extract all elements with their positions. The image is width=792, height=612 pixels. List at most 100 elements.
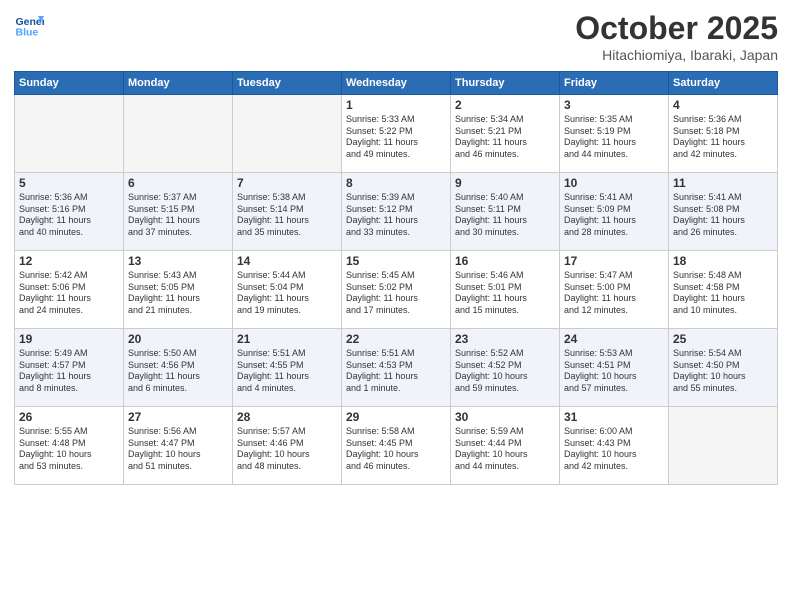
calendar-cell: 1Sunrise: 5:33 AM Sunset: 5:22 PM Daylig… <box>342 95 451 173</box>
day-number: 19 <box>19 332 119 346</box>
day-number: 4 <box>673 98 773 112</box>
day-number: 25 <box>673 332 773 346</box>
calendar-cell: 30Sunrise: 5:59 AM Sunset: 4:44 PM Dayli… <box>451 407 560 485</box>
day-info: Sunrise: 5:41 AM Sunset: 5:09 PM Dayligh… <box>564 192 664 239</box>
day-info: Sunrise: 5:37 AM Sunset: 5:15 PM Dayligh… <box>128 192 228 239</box>
day-number: 17 <box>564 254 664 268</box>
calendar-cell: 10 Sunrise: 5:41 AM Sunset: 5:09 PM Dayli… <box>560 173 669 251</box>
day-info: Sunrise: 5:55 AM Sunset: 4:48 PM Dayligh… <box>19 426 119 473</box>
calendar-cell: 18 Sunrise: 5:48 AM Sunset: 4:58 PM Dayli… <box>669 251 778 329</box>
day-info: Sunrise: 5:38 AM Sunset: 5:14 PM Dayligh… <box>237 192 337 239</box>
day-info: Sunrise: 5:33 AM Sunset: 5:22 PM Dayligh… <box>346 114 446 161</box>
day-info: Sunrise: 5:53 AM Sunset: 4:51 PM Dayligh… <box>564 348 664 395</box>
day-number: 23 <box>455 332 555 346</box>
col-wednesday: Wednesday <box>342 72 451 95</box>
calendar-cell: 20 Sunrise: 5:50 AM Sunset: 4:56 PM Dayli… <box>124 329 233 407</box>
day-info: Sunrise: 5:50 AM Sunset: 4:56 PM Dayligh… <box>128 348 228 395</box>
day-number: 26 <box>19 410 119 424</box>
location: Hitachiomiya, Ibaraki, Japan <box>575 47 778 63</box>
day-number: 15 <box>346 254 446 268</box>
day-number: 8 <box>346 176 446 190</box>
day-info: Sunrise: 5:42 AM Sunset: 5:06 PM Dayligh… <box>19 270 119 317</box>
day-info: Sunrise: 5:36 AM Sunset: 5:16 PM Dayligh… <box>19 192 119 239</box>
calendar-week-1: 1Sunrise: 5:33 AM Sunset: 5:22 PM Daylig… <box>15 95 778 173</box>
day-number: 18 <box>673 254 773 268</box>
day-info: Sunrise: 5:58 AM Sunset: 4:45 PM Dayligh… <box>346 426 446 473</box>
day-number: 6 <box>128 176 228 190</box>
day-number: 28 <box>237 410 337 424</box>
calendar-cell: 24 Sunrise: 5:53 AM Sunset: 4:51 PM Dayli… <box>560 329 669 407</box>
calendar-cell: 17 Sunrise: 5:47 AM Sunset: 5:00 PM Dayli… <box>560 251 669 329</box>
day-info: Sunrise: 5:43 AM Sunset: 5:05 PM Dayligh… <box>128 270 228 317</box>
day-info: Sunrise: 5:52 AM Sunset: 4:52 PM Dayligh… <box>455 348 555 395</box>
day-number: 13 <box>128 254 228 268</box>
calendar-cell: 31 Sunrise: 6:00 AM Sunset: 4:43 PM Dayli… <box>560 407 669 485</box>
calendar-cell: 11 Sunrise: 5:41 AM Sunset: 5:08 PM Dayli… <box>669 173 778 251</box>
col-saturday: Saturday <box>669 72 778 95</box>
col-thursday: Thursday <box>451 72 560 95</box>
calendar-week-2: 5 Sunrise: 5:36 AM Sunset: 5:16 PM Daylig… <box>15 173 778 251</box>
calendar-cell: 6 Sunrise: 5:37 AM Sunset: 5:15 PM Daylig… <box>124 173 233 251</box>
day-number: 9 <box>455 176 555 190</box>
calendar-table: Sunday Monday Tuesday Wednesday Thursday… <box>14 71 778 485</box>
calendar-cell: 15 Sunrise: 5:45 AM Sunset: 5:02 PM Dayli… <box>342 251 451 329</box>
day-info: Sunrise: 5:49 AM Sunset: 4:57 PM Dayligh… <box>19 348 119 395</box>
header-row: Sunday Monday Tuesday Wednesday Thursday… <box>15 72 778 95</box>
day-info: Sunrise: 6:00 AM Sunset: 4:43 PM Dayligh… <box>564 426 664 473</box>
day-info: Sunrise: 5:44 AM Sunset: 5:04 PM Dayligh… <box>237 270 337 317</box>
day-info: Sunrise: 5:51 AM Sunset: 4:55 PM Dayligh… <box>237 348 337 395</box>
day-number: 11 <box>673 176 773 190</box>
day-info: Sunrise: 5:48 AM Sunset: 4:58 PM Dayligh… <box>673 270 773 317</box>
calendar-cell: 29 Sunrise: 5:58 AM Sunset: 4:45 PM Dayli… <box>342 407 451 485</box>
header: General Blue October 2025 Hitachiomiya, … <box>14 10 778 63</box>
day-number: 2 <box>455 98 555 112</box>
calendar-cell: 4Sunrise: 5:36 AM Sunset: 5:18 PM Daylig… <box>669 95 778 173</box>
day-number: 5 <box>19 176 119 190</box>
day-info: Sunrise: 5:47 AM Sunset: 5:00 PM Dayligh… <box>564 270 664 317</box>
day-number: 21 <box>237 332 337 346</box>
calendar-cell: 13 Sunrise: 5:43 AM Sunset: 5:05 PM Dayli… <box>124 251 233 329</box>
logo: General Blue <box>14 10 44 40</box>
calendar-cell: 8 Sunrise: 5:39 AM Sunset: 5:12 PM Daylig… <box>342 173 451 251</box>
calendar-cell <box>233 95 342 173</box>
day-info: Sunrise: 5:35 AM Sunset: 5:19 PM Dayligh… <box>564 114 664 161</box>
day-info: Sunrise: 5:41 AM Sunset: 5:08 PM Dayligh… <box>673 192 773 239</box>
calendar-cell: 5 Sunrise: 5:36 AM Sunset: 5:16 PM Daylig… <box>15 173 124 251</box>
day-number: 20 <box>128 332 228 346</box>
calendar-cell: 9 Sunrise: 5:40 AM Sunset: 5:11 PM Daylig… <box>451 173 560 251</box>
calendar-cell <box>15 95 124 173</box>
calendar-cell <box>669 407 778 485</box>
calendar-cell: 27Sunrise: 5:56 AM Sunset: 4:47 PM Dayli… <box>124 407 233 485</box>
calendar-cell: 7 Sunrise: 5:38 AM Sunset: 5:14 PM Daylig… <box>233 173 342 251</box>
day-number: 16 <box>455 254 555 268</box>
day-number: 14 <box>237 254 337 268</box>
day-number: 3 <box>564 98 664 112</box>
day-number: 29 <box>346 410 446 424</box>
day-number: 22 <box>346 332 446 346</box>
calendar-cell: 25 Sunrise: 5:54 AM Sunset: 4:50 PM Dayli… <box>669 329 778 407</box>
calendar-cell: 22 Sunrise: 5:51 AM Sunset: 4:53 PM Dayli… <box>342 329 451 407</box>
day-info: Sunrise: 5:40 AM Sunset: 5:11 PM Dayligh… <box>455 192 555 239</box>
calendar-cell: 19 Sunrise: 5:49 AM Sunset: 4:57 PM Dayli… <box>15 329 124 407</box>
day-number: 31 <box>564 410 664 424</box>
title-block: October 2025 Hitachiomiya, Ibaraki, Japa… <box>575 10 778 63</box>
day-number: 10 <box>564 176 664 190</box>
day-info: Sunrise: 5:57 AM Sunset: 4:46 PM Dayligh… <box>237 426 337 473</box>
calendar-cell: 14 Sunrise: 5:44 AM Sunset: 5:04 PM Dayli… <box>233 251 342 329</box>
calendar-cell: 16Sunrise: 5:46 AM Sunset: 5:01 PM Dayli… <box>451 251 560 329</box>
col-tuesday: Tuesday <box>233 72 342 95</box>
page-container: General Blue October 2025 Hitachiomiya, … <box>0 0 792 495</box>
day-number: 27 <box>128 410 228 424</box>
calendar-week-4: 19 Sunrise: 5:49 AM Sunset: 4:57 PM Dayli… <box>15 329 778 407</box>
day-number: 24 <box>564 332 664 346</box>
calendar-cell <box>124 95 233 173</box>
calendar-cell: 2Sunrise: 5:34 AM Sunset: 5:21 PM Daylig… <box>451 95 560 173</box>
day-info: Sunrise: 5:45 AM Sunset: 5:02 PM Dayligh… <box>346 270 446 317</box>
calendar-cell: 21 Sunrise: 5:51 AM Sunset: 4:55 PM Dayli… <box>233 329 342 407</box>
day-number: 7 <box>237 176 337 190</box>
day-info: Sunrise: 5:51 AM Sunset: 4:53 PM Dayligh… <box>346 348 446 395</box>
col-monday: Monday <box>124 72 233 95</box>
day-info: Sunrise: 5:54 AM Sunset: 4:50 PM Dayligh… <box>673 348 773 395</box>
calendar-week-5: 26 Sunrise: 5:55 AM Sunset: 4:48 PM Dayli… <box>15 407 778 485</box>
day-info: Sunrise: 5:39 AM Sunset: 5:12 PM Dayligh… <box>346 192 446 239</box>
